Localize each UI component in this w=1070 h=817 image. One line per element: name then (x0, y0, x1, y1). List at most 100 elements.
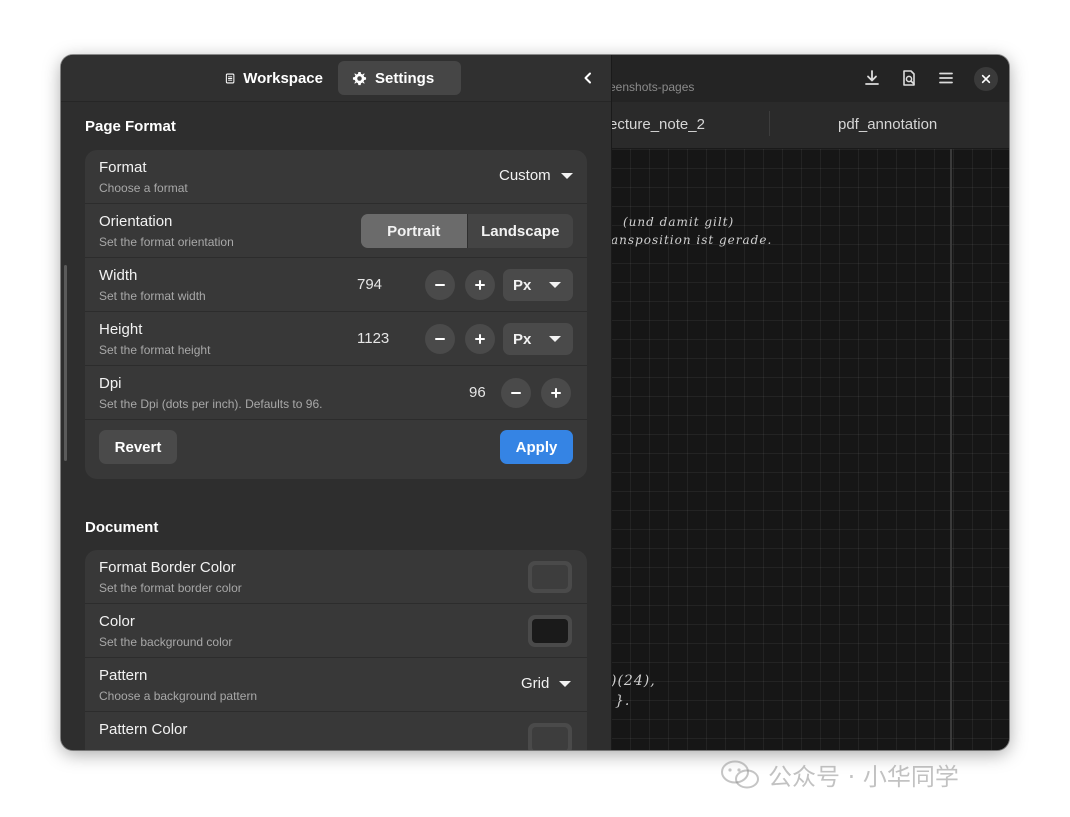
dpi-value[interactable]: 96 (469, 384, 486, 401)
row-subtitle: Choose a format (99, 181, 188, 195)
row-title: Dpi (99, 375, 122, 392)
close-window-button[interactable] (974, 67, 998, 91)
tab-separator (769, 111, 770, 136)
landscape-button[interactable]: Landscape (468, 214, 574, 248)
main-menu-button[interactable] (931, 64, 961, 92)
row-title: Orientation (99, 213, 173, 230)
row-title: Color (99, 613, 135, 630)
dropdown-arrow-icon (559, 680, 572, 687)
row-dpi: Dpi Set the Dpi (dots per inch). Default… (85, 366, 587, 420)
format-dropdown[interactable]: Custom (499, 167, 573, 184)
row-orientation: Orientation Set the format orientation P… (85, 204, 587, 258)
tab-lecture-note-2[interactable]: ecture_note_2 (609, 102, 705, 148)
row-format-border-color: Format Border Color Set the format borde… (85, 550, 587, 604)
border-color-button[interactable] (528, 561, 572, 593)
gear-icon (352, 71, 367, 85)
page-border (950, 149, 952, 750)
color-swatch (532, 565, 568, 589)
tab-workspace-label: Workspace (243, 69, 323, 87)
doc-path: eenshots-pages (609, 80, 695, 94)
row-title: Format (99, 159, 147, 176)
row-subtitle: Choose a background pattern (99, 689, 258, 703)
page-format-group: Format Choose a format Custom Orientatio… (85, 150, 587, 479)
hamburger-menu-icon (939, 72, 953, 84)
plus-icon (475, 280, 485, 290)
handwritten-note: )(24), (611, 673, 656, 689)
width-value[interactable]: 794 (357, 276, 382, 293)
row-subtitle: Set the format border color (99, 581, 242, 595)
plus-icon (551, 388, 561, 398)
color-swatch (532, 727, 568, 750)
color-swatch (532, 619, 568, 643)
pattern-color-button[interactable] (528, 723, 572, 750)
pattern-dropdown[interactable]: Grid (521, 675, 572, 692)
app-window: eenshots-pages ecture_note_2 pdf_annotat… (61, 55, 1009, 750)
close-icon (981, 74, 991, 84)
row-title: Pattern Color (99, 721, 188, 738)
download-button[interactable] (857, 64, 887, 92)
tab-workspace[interactable]: Workspace (211, 61, 337, 95)
document-icon (225, 73, 235, 83)
apply-button[interactable]: Apply (500, 430, 573, 464)
row-height: Height Set the format height 1123 Px (85, 312, 587, 366)
width-increment-button[interactable] (465, 270, 495, 300)
dropdown-arrow-icon (549, 282, 561, 288)
section-title-page-format: Page Format (85, 118, 176, 135)
pattern-dropdown-value: Grid (521, 675, 550, 692)
row-format: Format Choose a format Custom (85, 150, 587, 204)
width-decrement-button[interactable] (425, 270, 455, 300)
row-background-color: Color Set the background color (85, 604, 587, 658)
settings-sidebar: Workspace Settings Page Format Format Ch… (61, 55, 612, 750)
row-title: Pattern (99, 667, 148, 684)
row-actions: Revert Apply (85, 420, 587, 476)
minus-icon (435, 284, 445, 286)
tab-settings[interactable]: Settings (338, 61, 461, 95)
download-icon (865, 70, 879, 85)
row-subtitle: Set the Dpi (dots per inch). Defaults to… (99, 397, 323, 411)
export-button[interactable] (894, 64, 924, 92)
document-export-icon (903, 70, 915, 86)
row-title: Height (99, 321, 143, 338)
handwritten-note: ansposition ist gerade. (611, 233, 773, 247)
dropdown-arrow-icon (549, 336, 561, 342)
chevron-left-icon (584, 72, 591, 84)
row-subtitle: Set the background color (99, 635, 233, 649)
height-increment-button[interactable] (465, 324, 495, 354)
portrait-button[interactable]: Portrait (361, 214, 467, 248)
height-value[interactable]: 1123 (357, 330, 389, 347)
row-subtitle: Set the format height (99, 343, 211, 357)
row-title: Format Border Color (99, 559, 236, 576)
row-pattern: Pattern Choose a background pattern Grid (85, 658, 587, 712)
tab-settings-label: Settings (375, 69, 435, 87)
scrollbar[interactable] (64, 265, 67, 461)
plus-icon (475, 334, 485, 344)
minus-icon (435, 338, 445, 340)
dpi-increment-button[interactable] (541, 378, 571, 408)
section-title-document: Document (85, 519, 159, 536)
row-pattern-color: Pattern Color (85, 712, 587, 750)
handwritten-note: (und damit gilt) (623, 215, 735, 229)
watermark-text: 公众号 · 小华同学 (768, 763, 959, 791)
background-color-button[interactable] (528, 615, 572, 647)
row-title: Width (99, 267, 138, 284)
height-decrement-button[interactable] (425, 324, 455, 354)
wechat-logo-icon (721, 760, 759, 788)
dropdown-arrow-icon (560, 172, 573, 179)
width-unit-value: Px (513, 276, 532, 294)
minus-icon (511, 392, 521, 394)
width-unit-dropdown[interactable]: Px (503, 269, 573, 301)
height-unit-value: Px (513, 330, 532, 348)
format-dropdown-value: Custom (499, 167, 551, 184)
dpi-decrement-button[interactable] (501, 378, 531, 408)
watermark: 公众号 · 小华同学 (720, 757, 959, 792)
row-subtitle: Set the format orientation (99, 235, 234, 249)
document-group: Format Border Color Set the format borde… (85, 550, 587, 750)
row-subtitle: Set the format width (99, 289, 206, 303)
row-width: Width Set the format width 794 Px (85, 258, 587, 312)
revert-button[interactable]: Revert (99, 430, 177, 464)
tab-pdf-annotation[interactable]: pdf_annotation (838, 102, 937, 148)
orientation-toggle: Portrait Landscape (361, 214, 573, 248)
collapse-sidebar-button[interactable] (577, 67, 599, 89)
handwritten-note: }. (615, 693, 631, 709)
height-unit-dropdown[interactable]: Px (503, 323, 573, 355)
